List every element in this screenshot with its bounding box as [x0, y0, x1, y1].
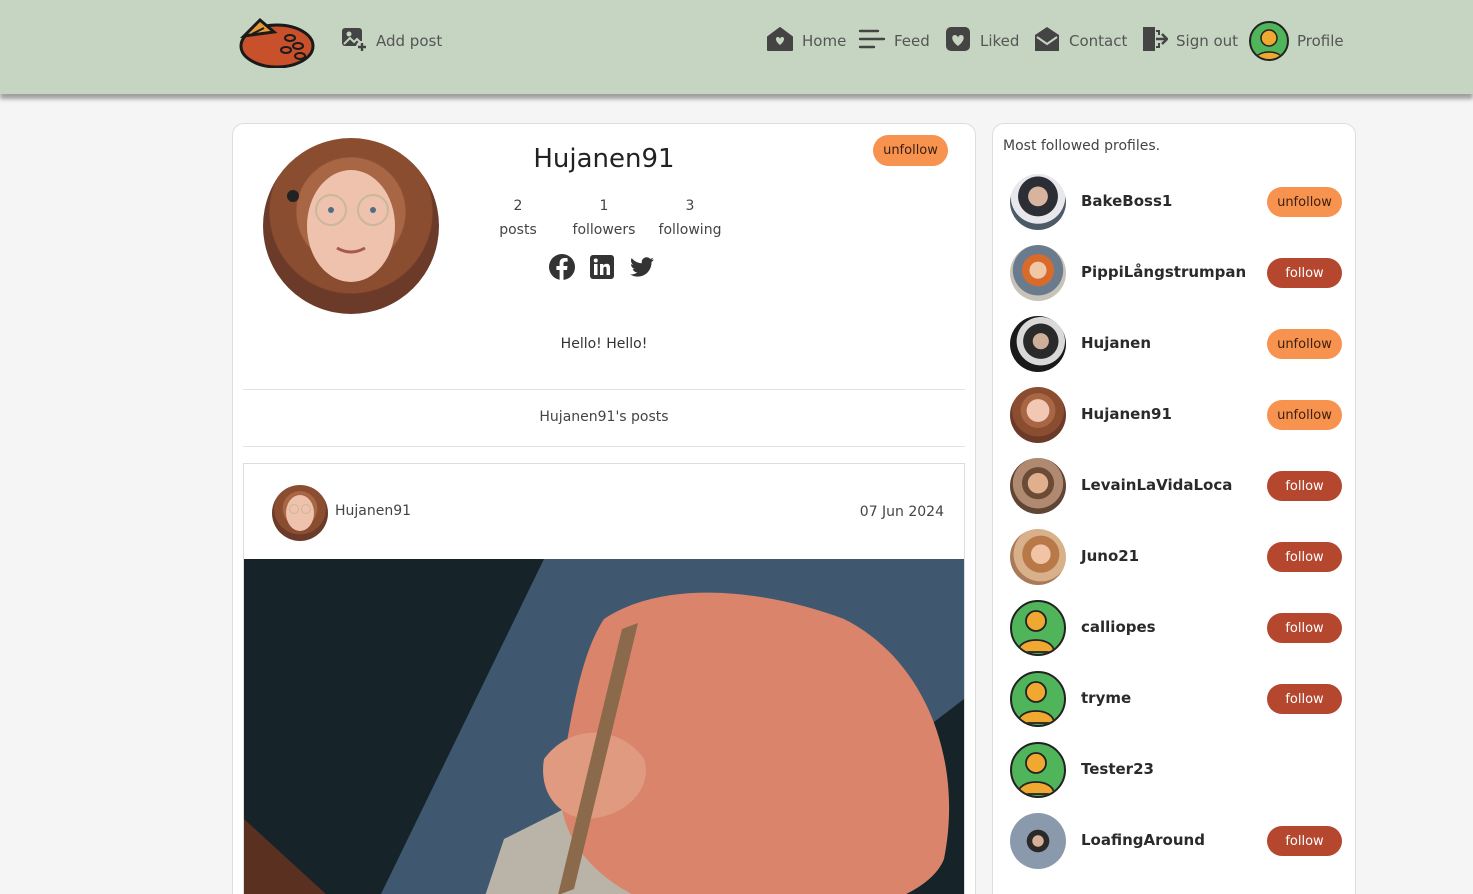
profile-name[interactable]: tryme	[1081, 689, 1131, 707]
sidebar-title: Most followed profiles.	[1003, 138, 1161, 154]
nav-home-label: Home	[802, 32, 847, 50]
post-author-name[interactable]: Hujanen91	[335, 503, 411, 519]
list-item: LevainLaVidaLoca follow	[1010, 457, 1346, 515]
mail-icon	[1033, 25, 1061, 57]
default-avatar-icon[interactable]	[1010, 600, 1066, 656]
nav-liked[interactable]: Liked	[944, 24, 1019, 58]
list-item: tryme follow	[1010, 670, 1346, 728]
post-author-avatar[interactable]	[272, 485, 328, 541]
avatar[interactable]	[1010, 174, 1066, 230]
default-avatar-icon[interactable]	[1010, 671, 1066, 727]
stat-following: 3 following	[645, 194, 735, 242]
follow-button[interactable]: follow	[1267, 471, 1342, 501]
home-heart-icon	[766, 25, 794, 57]
profile-name[interactable]: calliopes	[1081, 618, 1156, 636]
posts-heading: Hujanen91's posts	[539, 409, 669, 425]
nav-profile-label: Profile	[1297, 32, 1344, 50]
nav-sign-out[interactable]: Sign out	[1140, 24, 1238, 58]
nav-contact-label: Contact	[1069, 32, 1128, 50]
avatar[interactable]	[1010, 387, 1066, 443]
profile-name[interactable]: Tester23	[1081, 760, 1154, 778]
divider	[243, 389, 965, 390]
follow-button[interactable]: follow	[1267, 613, 1342, 643]
nav-home[interactable]: Home	[766, 24, 846, 58]
stat-following-label: following	[658, 222, 722, 238]
twitter-icon[interactable]	[629, 254, 655, 280]
heart-box-icon	[944, 25, 972, 57]
profile-name[interactable]: Hujanen	[1081, 334, 1151, 352]
nav-feed[interactable]: Feed	[858, 24, 930, 58]
list-item: PippiLångstrumpan follow	[1010, 244, 1346, 302]
nav-liked-label: Liked	[980, 32, 1020, 50]
profile-name[interactable]: Juno21	[1081, 547, 1139, 565]
list-item: BakeBoss1 unfollow	[1010, 173, 1346, 231]
list-item: Hujanen91 unfollow	[1010, 386, 1346, 444]
unfollow-button[interactable]: unfollow	[1267, 329, 1342, 359]
post-card: Hujanen91 07 Jun 2024	[243, 463, 965, 894]
stat-posts-value: 2	[513, 198, 523, 214]
list-item: calliopes follow	[1010, 599, 1346, 657]
avatar[interactable]	[1010, 316, 1066, 372]
profile-name[interactable]: Hujanen91	[1081, 405, 1172, 423]
list-item: Tester23	[1010, 741, 1346, 799]
default-avatar-icon	[1249, 21, 1289, 61]
stat-followers-value: 1	[599, 198, 609, 214]
profile-name: Hujanen91	[533, 144, 675, 174]
feed-lines-icon	[858, 25, 886, 57]
profile-card: unfollow Hujanen91 2 posts 1 followers 3…	[232, 123, 976, 894]
nav-feed-label: Feed	[894, 32, 930, 50]
most-followed-sidebar: Most followed profiles. BakeBoss1 unfoll…	[992, 123, 1356, 894]
profile-bio: Hello! Hello!	[560, 336, 648, 352]
profile-name[interactable]: PippiLångstrumpan	[1081, 263, 1246, 281]
stat-posts-label: posts	[499, 222, 537, 238]
avatar[interactable]	[1010, 245, 1066, 301]
profile-name[interactable]: BakeBoss1	[1081, 192, 1172, 210]
add-image-icon	[340, 25, 368, 57]
profile-avatar	[263, 138, 439, 314]
navbar: Add post Home Feed Liked Contact Sign ou…	[0, 0, 1473, 94]
default-avatar-icon[interactable]	[1010, 742, 1066, 798]
nav-add-post[interactable]: Add post	[340, 24, 442, 58]
unfollow-button[interactable]: unfollow	[1267, 400, 1342, 430]
follow-button[interactable]: follow	[1267, 826, 1342, 856]
linkedin-icon[interactable]	[589, 254, 615, 280]
avatar[interactable]	[1010, 813, 1066, 869]
facebook-icon[interactable]	[549, 254, 575, 280]
stat-followers-label: followers	[572, 222, 636, 238]
list-item: Juno21 follow	[1010, 528, 1346, 586]
divider	[243, 446, 965, 447]
social-links	[549, 254, 655, 280]
list-item: LoafingAround follow	[1010, 812, 1346, 870]
sign-out-icon	[1140, 25, 1169, 57]
stat-following-value: 3	[685, 198, 695, 214]
stat-followers: 1 followers	[559, 194, 649, 242]
nav-contact[interactable]: Contact	[1033, 24, 1127, 58]
stat-posts: 2 posts	[473, 194, 563, 242]
avatar[interactable]	[1010, 458, 1066, 514]
profile-name[interactable]: LevainLaVidaLoca	[1081, 476, 1232, 494]
list-item: Hujanen unfollow	[1010, 315, 1346, 373]
post-image[interactable]	[244, 559, 964, 894]
profile-name[interactable]: LoafingAround	[1081, 831, 1205, 849]
follow-button[interactable]: follow	[1267, 684, 1342, 714]
bread-logo-icon[interactable]	[238, 16, 316, 69]
follow-button[interactable]: follow	[1267, 258, 1342, 288]
avatar[interactable]	[1010, 529, 1066, 585]
follow-button[interactable]: follow	[1267, 542, 1342, 572]
post-date: 07 Jun 2024	[859, 504, 944, 520]
unfollow-button[interactable]: unfollow	[1267, 187, 1342, 217]
unfollow-button[interactable]: unfollow	[873, 135, 948, 166]
nav-profile[interactable]: Profile	[1249, 20, 1344, 62]
nav-sign-out-label: Sign out	[1176, 32, 1239, 50]
nav-add-post-label: Add post	[376, 32, 443, 50]
